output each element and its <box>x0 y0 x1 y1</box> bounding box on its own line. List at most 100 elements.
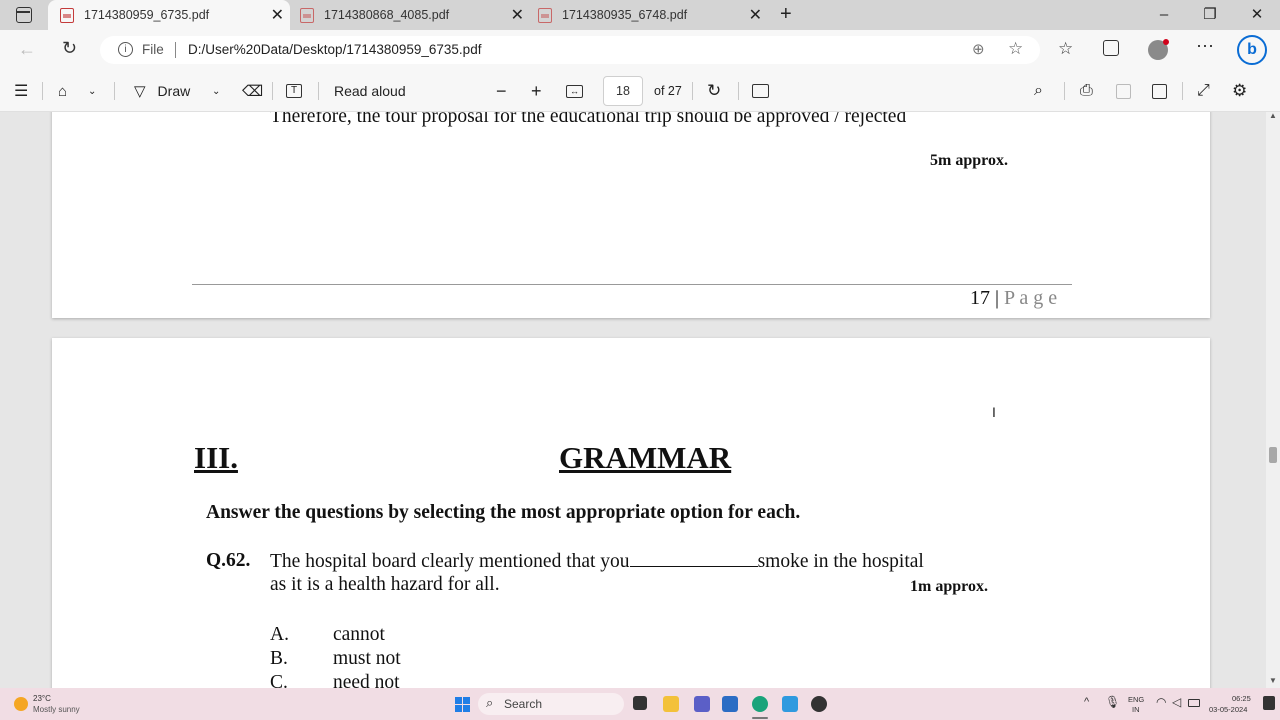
question-number: Q.62. <box>206 550 251 571</box>
save-as-icon[interactable] <box>1152 70 1167 112</box>
close-icon[interactable]: ✕ <box>271 5 284 25</box>
favorite-add-icon[interactable]: ☆ <box>1008 39 1023 59</box>
body-text: Therefore, the tour proposal for the edu… <box>270 112 907 127</box>
print-icon[interactable]: ⎙ <box>1080 70 1093 112</box>
minimize-icon[interactable]: – <box>1150 4 1178 26</box>
chevron-down-icon[interactable]: ⌄ <box>212 70 220 112</box>
tab-3[interactable]: 1714380935_6748.pdf ✕ <box>532 0 768 30</box>
restore-icon[interactable]: ❐ <box>1196 4 1224 26</box>
question-text-end: smoke in the hospital <box>757 551 924 572</box>
page-view-icon[interactable] <box>752 70 769 112</box>
eraser-icon[interactable]: ⌫ <box>242 70 263 112</box>
zoom-in-icon[interactable]: + <box>531 70 542 112</box>
copilot-icon[interactable]: b <box>1237 35 1267 65</box>
draw-button[interactable]: ▽ Draw <box>134 70 190 112</box>
zoom-icon[interactable]: ⊕ <box>972 40 985 58</box>
close-icon[interactable]: ✕ <box>749 5 762 25</box>
tab-title: 1714380959_6735.pdf <box>84 8 210 22</box>
divider <box>114 82 115 100</box>
fit-width-icon[interactable]: ↔ <box>566 70 583 112</box>
option-text: cannot <box>333 624 385 645</box>
volume-icon[interactable]: ◁ <box>1172 695 1181 709</box>
scroll-up-icon[interactable]: ▲ <box>1269 112 1277 120</box>
task-view-icon[interactable] <box>633 696 647 710</box>
tab-2[interactable]: 1714380868_4085.pdf ✕ <box>292 0 530 30</box>
rotate-icon[interactable]: ↻ <box>707 70 721 112</box>
close-icon[interactable]: ✕ <box>511 5 524 25</box>
back-icon[interactable]: ← <box>18 39 36 60</box>
page-number-input[interactable]: 18 <box>603 76 643 106</box>
question-marks: 1m approx. <box>910 578 988 595</box>
option-letter: A. <box>270 624 289 645</box>
text-box-icon[interactable]: T <box>286 70 302 112</box>
file-label: File <box>142 42 164 57</box>
window-close-icon[interactable]: ✕ <box>1243 4 1271 26</box>
divider <box>738 82 739 100</box>
notifications-icon[interactable] <box>1263 696 1275 710</box>
address-bar: ← ↻ i File D:/User%20Data/Desktop/171438… <box>0 30 1280 70</box>
page-total: of 27 <box>654 84 682 98</box>
collections-icon[interactable] <box>1103 40 1119 56</box>
vertical-scrollbar[interactable]: ▲ ▼ <box>1266 112 1280 688</box>
url-text[interactable]: D:/User%20Data/Desktop/1714380959_6735.p… <box>188 42 481 57</box>
zoom-out-icon[interactable]: − <box>496 70 507 112</box>
divider <box>1064 82 1065 100</box>
store-icon[interactable] <box>722 696 738 712</box>
settings-icon[interactable]: ⚙ <box>1232 70 1247 112</box>
refresh-icon[interactable]: ↻ <box>62 38 77 59</box>
weather-desc[interactable]: Mostly sunny <box>33 705 80 714</box>
option-letter: C. <box>270 672 288 688</box>
more-icon[interactable]: ⋯ <box>1196 36 1214 57</box>
weather-temp[interactable]: 23°C <box>33 694 51 703</box>
chevron-down-icon[interactable]: ⌄ <box>88 70 96 112</box>
clock-time[interactable]: 06:25 <box>1232 694 1251 703</box>
edge-icon[interactable] <box>752 696 768 712</box>
save-icon[interactable] <box>1116 70 1131 112</box>
divider <box>692 82 693 100</box>
taskbar: 23°C Mostly sunny ⌕ Search ^ 🎙 ENG IN ◠ … <box>0 688 1280 720</box>
scroll-thumb[interactable] <box>1269 447 1277 463</box>
text-cursor-icon: I <box>992 404 996 420</box>
taskbar-active-indicator <box>752 717 768 719</box>
tab-title: 1714380868_4085.pdf <box>324 8 450 22</box>
weather-icon[interactable] <box>14 697 28 711</box>
draw-icon: ▽ <box>134 83 146 100</box>
favorites-icon[interactable]: ☆ <box>1058 39 1073 59</box>
footer-page-label: P a g e <box>1004 287 1058 309</box>
search-box[interactable]: ⌕ Search <box>478 693 624 715</box>
teams-icon[interactable] <box>694 696 710 712</box>
option-text: need not <box>333 672 400 688</box>
start-icon[interactable] <box>455 697 470 712</box>
fullscreen-icon[interactable]: ⤢ <box>1197 70 1210 112</box>
contents-icon[interactable]: ☰ <box>14 70 28 112</box>
chevron-up-icon[interactable]: ^ <box>1084 696 1089 708</box>
info-icon[interactable]: i <box>118 42 133 57</box>
tab-1[interactable]: 1714380959_6735.pdf ✕ <box>48 0 290 30</box>
notepad-icon[interactable] <box>782 696 798 712</box>
file-explorer-icon[interactable] <box>663 696 679 712</box>
wifi-icon[interactable]: ◠ <box>1156 695 1166 709</box>
highlight-icon[interactable]: ⌂ <box>58 70 67 112</box>
section-title: GRAMMAR <box>559 440 732 475</box>
lang-1[interactable]: ENG <box>1128 695 1144 704</box>
pdf-page-17: Therefore, the tour proposal for the edu… <box>52 112 1210 318</box>
pdf-viewer[interactable]: Therefore, the tour proposal for the edu… <box>0 112 1280 688</box>
chrome-icon[interactable] <box>811 696 827 712</box>
option-text: must not <box>333 648 401 669</box>
option-a: A. cannot <box>270 624 385 646</box>
footer-rule <box>192 284 1072 285</box>
notification-dot <box>1163 39 1169 45</box>
search-icon[interactable]: ⌕ <box>1034 70 1043 112</box>
new-tab-icon[interactable]: + <box>780 3 792 26</box>
lang-2[interactable]: IN <box>1132 705 1140 714</box>
divider <box>272 82 273 100</box>
battery-icon[interactable] <box>1188 699 1200 707</box>
tab-actions-icon[interactable] <box>16 7 32 23</box>
option-letter: B. <box>270 648 288 669</box>
clock-date[interactable]: 03-05-2024 <box>1209 705 1247 714</box>
tab-strip: 1714380959_6735.pdf ✕ 1714380868_4085.pd… <box>0 0 1280 30</box>
url-box[interactable]: i File D:/User%20Data/Desktop/1714380959… <box>100 36 1040 64</box>
microphone-icon[interactable]: 🎙 <box>1105 695 1120 709</box>
scroll-down-icon[interactable]: ▼ <box>1269 676 1277 685</box>
read-aloud-button[interactable]: Read aloud <box>334 70 406 112</box>
